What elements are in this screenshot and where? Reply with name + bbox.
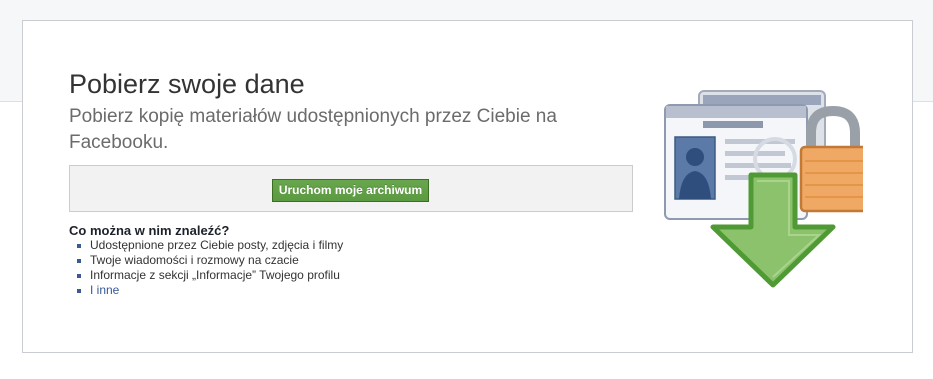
page-subtitle: Pobierz kopię materiałów udostępnionych …	[69, 106, 557, 153]
more-link[interactable]: I inne	[90, 283, 119, 297]
bullet-icon	[77, 289, 81, 293]
padlock-icon	[799, 105, 863, 213]
list-item-label: Informacje z sekcji „Informacje” Twojego…	[90, 268, 340, 282]
download-illustration	[664, 90, 863, 288]
bullet-icon	[77, 259, 81, 263]
contents-list: Udostępnione przez Ciebie posty, zdjęcia…	[69, 238, 343, 298]
bullet-icon	[77, 274, 81, 278]
list-item-label: Udostępnione przez Ciebie posty, zdjęcia…	[90, 238, 344, 252]
list-item: Udostępnione przez Ciebie posty, zdjęcia…	[69, 238, 343, 253]
download-data-card: Pobierz swoje dane Pobierz kopię materia…	[22, 20, 913, 353]
list-item-label: Twoje wiadomości i rozmowy na czacie	[90, 253, 299, 267]
list-item: Twoje wiadomości i rozmowy na czacie	[69, 253, 343, 268]
page-title: Pobierz swoje dane	[69, 69, 305, 99]
list-item: I inne	[69, 283, 343, 298]
contents-heading: Co można w nim znaleźć?	[69, 223, 230, 238]
list-item: Informacje z sekcji „Informacje” Twojego…	[69, 268, 343, 283]
action-panel: Uruchom moje archiwum	[69, 165, 633, 212]
bullet-icon	[77, 244, 81, 248]
start-archive-button[interactable]: Uruchom moje archiwum	[272, 179, 429, 202]
